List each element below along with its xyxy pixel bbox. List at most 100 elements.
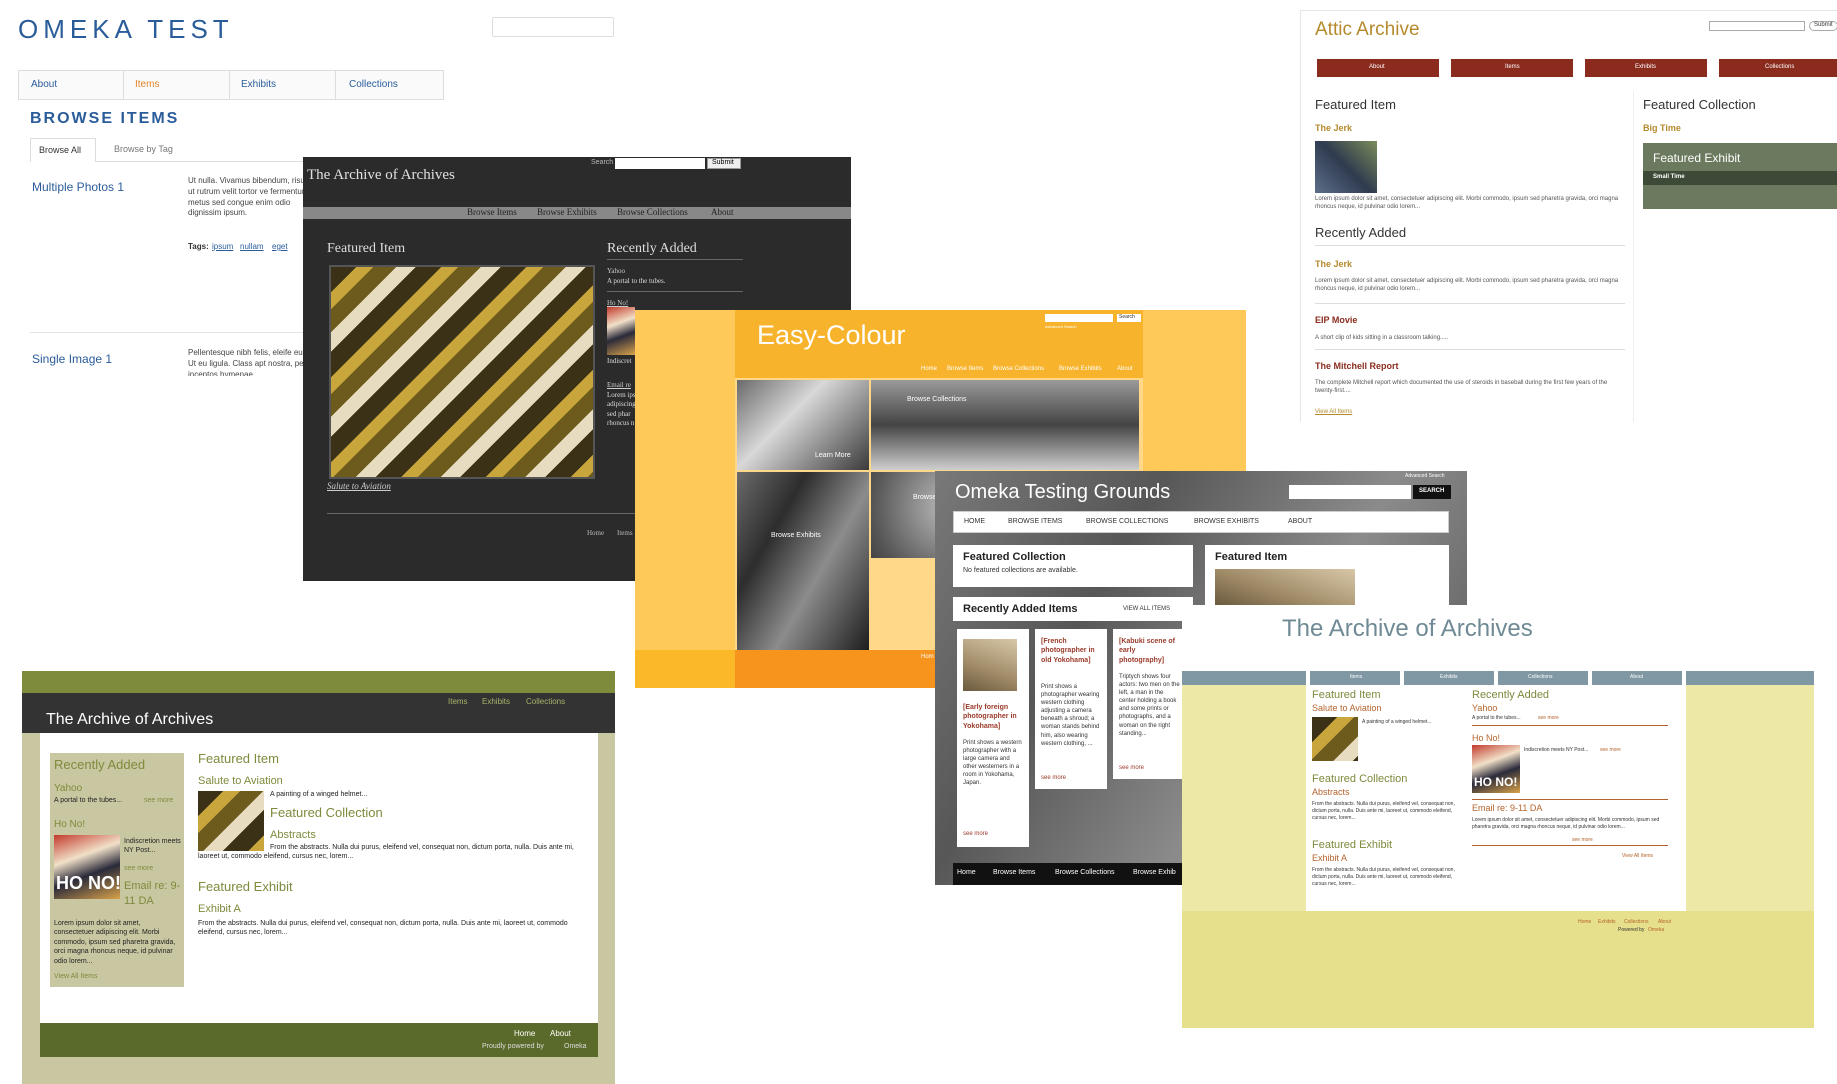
recent-title[interactable]: Ho No!: [54, 819, 85, 830]
featured-item-title[interactable]: The Jerk: [1315, 123, 1352, 133]
view-all-link[interactable]: View All Items: [1622, 853, 1653, 859]
see-more-link[interactable]: see more: [1041, 775, 1066, 781]
nav-browse-collections[interactable]: BROWSE COLLECTIONS: [1086, 518, 1168, 525]
search-input[interactable]: [615, 158, 705, 169]
tab-exhibits[interactable]: Exhibits: [241, 79, 276, 90]
featured-item-image[interactable]: [1315, 141, 1377, 193]
item-card[interactable]: [Kabuki scene of early photography] Trip…: [1113, 629, 1185, 779]
featured-item-title[interactable]: Salute to Aviation: [1312, 703, 1381, 713]
see-more-link[interactable]: see more: [1538, 715, 1559, 721]
recent-thumbnail[interactable]: HO NO!: [1472, 745, 1520, 793]
item-title-link[interactable]: [Early foreign photographer in Yokohama]: [963, 703, 1025, 737]
recent-title[interactable]: The Jerk: [1315, 259, 1352, 269]
item-title-link[interactable]: Single Image 1: [32, 352, 112, 366]
recent-title[interactable]: Email re: 9-11 DA: [1472, 803, 1542, 813]
see-more-link[interactable]: see more: [1119, 765, 1144, 771]
item-thumbnail[interactable]: [963, 639, 1017, 691]
see-more-link[interactable]: see more: [144, 797, 173, 804]
tag-link[interactable]: eget: [272, 242, 288, 251]
footer-items-link[interactable]: Items: [617, 529, 633, 537]
nav-browse-items[interactable]: Browse Items: [467, 207, 517, 217]
featured-item-title[interactable]: Salute to Aviation: [198, 775, 283, 787]
footer-browse-items-link[interactable]: Browse Items: [993, 869, 1035, 876]
featured-image[interactable]: [329, 265, 595, 479]
nav-exhibits[interactable]: Exhibits: [1404, 671, 1494, 685]
nav-item-exhibits[interactable]: Exhibits: [1585, 59, 1707, 77]
footer-about-link[interactable]: About: [550, 1029, 571, 1038]
submit-button[interactable]: Submit: [707, 158, 741, 169]
powered-link[interactable]: Omeka: [564, 1043, 587, 1050]
nav-about[interactable]: About: [1117, 366, 1133, 372]
nav-items[interactable]: Items: [1310, 671, 1400, 685]
recent-title[interactable]: EIP Movie: [1315, 315, 1357, 325]
featured-exhibit-title[interactable]: Exhibit A: [1312, 853, 1347, 863]
see-more-link[interactable]: see more: [1572, 837, 1593, 843]
tile-image[interactable]: Browse Collections: [871, 380, 1139, 470]
tab-about[interactable]: About: [31, 79, 57, 90]
nav-browse-collections[interactable]: Browse Collections: [993, 366, 1044, 372]
search-input[interactable]: [1709, 21, 1805, 31]
view-all-link[interactable]: VIEW ALL ITEMS: [1123, 606, 1170, 612]
footer-browse-collections-link[interactable]: Browse Collections: [1055, 869, 1115, 876]
featured-exhibit-title[interactable]: Exhibit A: [198, 903, 241, 915]
nav-home[interactable]: HOME: [964, 518, 985, 525]
footer-home-link[interactable]: Hom: [921, 654, 934, 660]
item-title-link[interactable]: Multiple Photos 1: [32, 180, 124, 194]
nav-item-items[interactable]: Items: [1451, 59, 1573, 77]
nav-browse-exhibits[interactable]: Browse Exhibits: [1059, 366, 1102, 372]
featured-item-image[interactable]: [1312, 717, 1358, 761]
view-all-link[interactable]: View All Items: [1315, 409, 1352, 415]
subtab-browse-by-tag[interactable]: Browse by Tag: [114, 144, 173, 154]
nav-about[interactable]: ABOUT: [1288, 518, 1312, 525]
recent-title[interactable]: Yahoo: [607, 267, 625, 275]
nav-browse-items[interactable]: Browse Items: [947, 366, 983, 372]
nav-browse-exhibits[interactable]: Browse Exhibits: [537, 207, 597, 217]
footer-home-link[interactable]: Home: [514, 1029, 535, 1038]
powered-link[interactable]: Omeka: [1648, 927, 1664, 933]
footer-about-link[interactable]: About: [1658, 919, 1671, 925]
search-button[interactable]: SEARCH: [1413, 485, 1451, 499]
nav-item-collections[interactable]: Collections: [1719, 59, 1837, 77]
see-more-link[interactable]: see more: [963, 831, 988, 837]
nav-exhibits[interactable]: Exhibits: [482, 697, 510, 706]
tab-items[interactable]: Items: [135, 79, 159, 90]
search-button[interactable]: Search: [1117, 314, 1141, 322]
footer-home-link[interactable]: Home: [1578, 919, 1591, 925]
featured-collection-title[interactable]: Abstracts: [270, 829, 316, 841]
recent-title[interactable]: Ho No!: [607, 299, 628, 307]
recent-title[interactable]: Email re: 9-11 DA: [54, 879, 184, 909]
submit-button[interactable]: Submit: [1809, 21, 1837, 31]
recent-thumbnail[interactable]: [607, 307, 635, 355]
nav-browse-collections[interactable]: Browse Collections: [617, 207, 688, 217]
nav-browse-exhibits[interactable]: BROWSE EXHIBITS: [1194, 518, 1259, 525]
featured-item-image[interactable]: [198, 791, 264, 851]
recent-title[interactable]: Yahoo: [54, 783, 82, 794]
item-card[interactable]: [French photographer in old Yokohama] Pr…: [1035, 629, 1107, 789]
view-all-link[interactable]: View All Items: [54, 973, 97, 980]
nav-browse-items[interactable]: BROWSE ITEMS: [1008, 518, 1062, 525]
featured-item-image[interactable]: [1215, 569, 1355, 605]
tag-link[interactable]: nullam: [240, 242, 264, 251]
search-input[interactable]: [1045, 314, 1113, 322]
tag-link[interactable]: ipsum: [212, 242, 233, 251]
nav-collections[interactable]: Collections: [526, 697, 565, 706]
tile-image[interactable]: Browse Exhibits: [737, 472, 869, 650]
featured-collection-title[interactable]: Big Time: [1643, 123, 1681, 133]
recent-title[interactable]: The Mitchell Report: [1315, 361, 1399, 371]
footer-exhibits-link[interactable]: Exhibits: [1598, 919, 1616, 925]
footer-browse-exhibits-link[interactable]: Browse Exhib: [1133, 869, 1176, 876]
advanced-search-link[interactable]: Advanced Search: [1405, 473, 1444, 479]
item-card[interactable]: [Early foreign photographer in Yokohama]…: [957, 629, 1029, 847]
footer-home-link[interactable]: Home: [587, 529, 604, 537]
search-input[interactable]: [1289, 485, 1411, 499]
item-title-link[interactable]: [Kabuki scene of early photography]: [1119, 637, 1181, 671]
recent-title[interactable]: Email re: [607, 381, 631, 389]
footer-home-link[interactable]: Home: [957, 869, 976, 876]
footer-collections-link[interactable]: Collections: [1624, 919, 1648, 925]
featured-exhibit-title[interactable]: Small Time: [1653, 174, 1685, 180]
advanced-search-link[interactable]: Advanced Search: [1045, 324, 1077, 329]
nav-about[interactable]: About: [711, 207, 734, 217]
see-more-link[interactable]: see more: [124, 865, 153, 872]
tile-image[interactable]: Learn More: [737, 380, 869, 470]
see-more-link[interactable]: see more: [1600, 747, 1621, 753]
